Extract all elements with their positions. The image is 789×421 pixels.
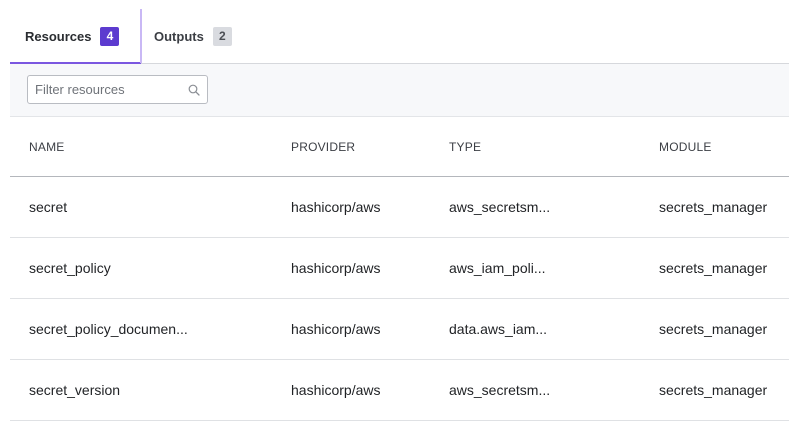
- column-header-type: TYPE: [449, 139, 482, 154]
- resource-name: secret_version: [29, 382, 121, 398]
- search-icon: [188, 84, 200, 96]
- resource-provider: hashicorp/aws: [291, 260, 381, 276]
- table-row[interactable]: secret_version hashicorp/aws aws_secrets…: [10, 360, 789, 421]
- column-header-name: NAME: [29, 139, 65, 154]
- resource-provider: hashicorp/aws: [291, 199, 381, 215]
- column-header-module: MODULE: [659, 139, 712, 154]
- resource-type: data.aws_iam...: [449, 321, 548, 337]
- resource-module: secrets_manager: [659, 199, 768, 215]
- resource-provider: hashicorp/aws: [291, 321, 381, 337]
- filter-search-box: [27, 75, 208, 104]
- tab-outputs-label: Outputs: [154, 28, 204, 44]
- resource-name: secret: [29, 199, 68, 215]
- resource-module: secrets_manager: [659, 260, 768, 276]
- tab-outputs[interactable]: Outputs 2: [143, 9, 263, 63]
- filter-resources-input[interactable]: [28, 76, 190, 103]
- resource-module: secrets_manager: [659, 382, 768, 398]
- tab-divider: [140, 9, 142, 63]
- table-header-row: NAME PROVIDER TYPE MODULE: [10, 117, 789, 177]
- outputs-count-badge: 2: [212, 26, 232, 46]
- resource-name: secret_policy_documen...: [29, 321, 188, 337]
- filter-bar: [10, 64, 789, 117]
- table-row[interactable]: secret_policy_documen... hashicorp/aws d…: [10, 299, 789, 360]
- resource-type: aws_secretsm...: [449, 199, 551, 215]
- resources-count-badge: 4: [100, 26, 120, 46]
- resource-module: secrets_manager: [659, 321, 768, 337]
- table-row[interactable]: secret hashicorp/aws aws_secretsm... sec…: [10, 177, 789, 238]
- table-row[interactable]: secret_policy hashicorp/aws aws_iam_poli…: [10, 238, 789, 299]
- tab-resources-label: Resources: [25, 28, 92, 44]
- tab-resources[interactable]: Resources 4: [10, 9, 141, 65]
- resource-type: aws_iam_poli...: [449, 260, 546, 276]
- column-header-provider: PROVIDER: [291, 139, 356, 154]
- resource-name: secret_policy: [29, 260, 111, 276]
- resource-provider: hashicorp/aws: [291, 382, 381, 398]
- tab-bar: Resources 4 Outputs 2: [10, 0, 789, 65]
- resource-type: aws_secretsm...: [449, 382, 551, 398]
- resources-table: NAME PROVIDER TYPE MODULE secret hashico…: [10, 117, 789, 421]
